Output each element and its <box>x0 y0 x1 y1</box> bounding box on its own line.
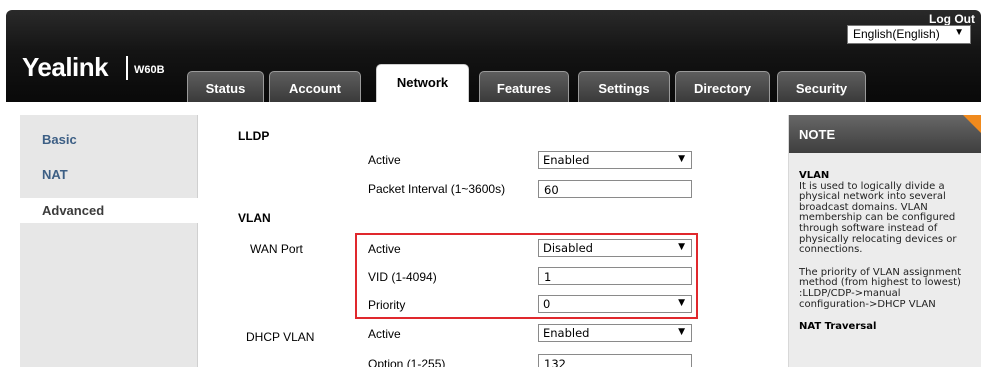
section-vlan: VLAN <box>238 211 271 225</box>
chevron-down-icon: ▼ <box>678 327 685 337</box>
lldp-interval-label: Packet Interval (1~3600s) <box>368 182 506 196</box>
note-body: VLAN It is used to logically divide a ph… <box>799 170 977 333</box>
logo: Yealink <box>22 52 109 82</box>
chevron-down-icon: ▼ <box>954 27 964 38</box>
note-nat-title: NAT Traversal <box>799 321 877 333</box>
logo-divider <box>126 56 128 80</box>
note-line: through software instead of <box>799 222 938 234</box>
lldp-active-select[interactable]: Enabled ▼ <box>538 151 692 169</box>
lldp-active-value: Enabled <box>543 153 590 167</box>
language-select[interactable]: English(English) ▼ <box>847 25 971 44</box>
tab-features[interactable]: Features <box>479 71 569 102</box>
tab-directory[interactable]: Directory <box>675 71 770 102</box>
lldp-active-label: Active <box>368 153 401 167</box>
lldp-interval-input[interactable]: 60 <box>538 180 692 198</box>
sidebar: Basic NAT Advanced <box>20 115 198 367</box>
logout-link[interactable]: Log Out <box>929 12 975 26</box>
dhcp-active-label: Active <box>368 327 401 341</box>
dhcp-vlan-label: DHCP VLAN <box>246 330 315 344</box>
sidebar-item-nat[interactable]: NAT <box>20 162 198 187</box>
language-value: English(English) <box>853 27 940 41</box>
sidebar-item-basic[interactable]: Basic <box>20 127 198 152</box>
note-panel: NOTE VLAN It is used to logically divide… <box>788 115 981 367</box>
dhcp-option-input[interactable]: 132 <box>538 354 692 367</box>
note-line: configuration->DHCP VLAN <box>799 298 936 310</box>
note-line: :LLDP/CDP->manual <box>799 287 901 299</box>
tab-security[interactable]: Security <box>777 71 866 102</box>
sidebar-item-advanced[interactable]: Advanced <box>20 198 198 223</box>
tab-status[interactable]: Status <box>187 71 264 102</box>
dhcp-option-label: Option (1-255) <box>368 357 446 367</box>
tab-settings[interactable]: Settings <box>578 71 670 102</box>
section-lldp: LLDP <box>238 129 270 143</box>
wan-port-highlight-box <box>355 233 698 319</box>
wan-port-label: WAN Port <box>250 242 303 256</box>
note-vlan-title: VLAN <box>799 170 830 181</box>
chevron-down-icon: ▼ <box>678 154 685 164</box>
tab-network[interactable]: Network <box>376 64 469 104</box>
note-line: connections. <box>799 244 863 256</box>
tab-account[interactable]: Account <box>269 71 361 102</box>
note-heading: NOTE <box>789 115 981 153</box>
dhcp-active-value: Enabled <box>543 326 590 340</box>
model-name: W60B <box>134 64 165 76</box>
corner-fold-icon <box>963 115 981 133</box>
dhcp-active-select[interactable]: Enabled ▼ <box>538 324 692 342</box>
